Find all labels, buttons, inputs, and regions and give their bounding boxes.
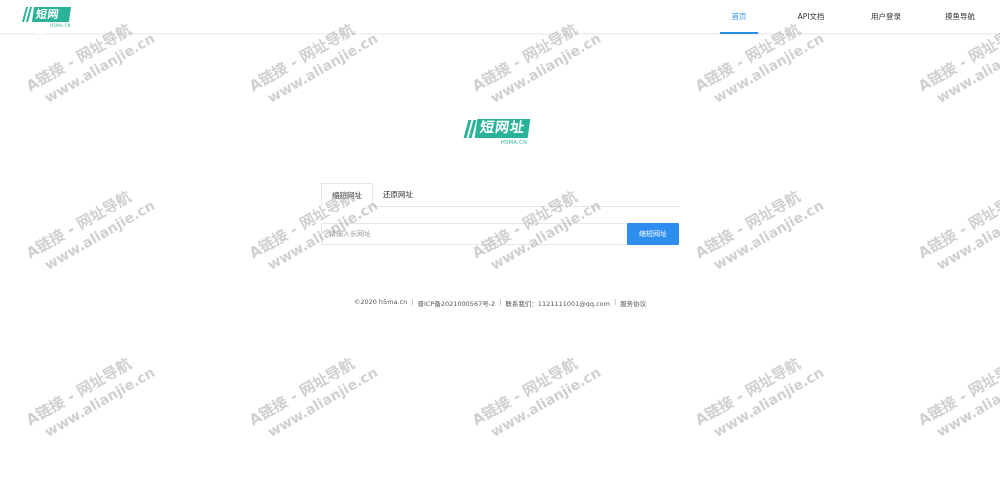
- footer-separator: |: [411, 298, 414, 306]
- logo-subtext: H5MA.CN: [50, 23, 71, 28]
- nav-user-login[interactable]: 用户登录: [866, 0, 906, 34]
- watermark-line2: www.alianjie.cn: [934, 197, 1000, 274]
- watermark-line2: www.alianjie.cn: [711, 30, 827, 107]
- footer-separator: |: [613, 298, 617, 306]
- watermark: A链接 - 网址导航 www.alianjie.cn: [691, 178, 827, 279]
- watermark-line2: www.alianjie.cn: [42, 30, 158, 107]
- footer-copyright: ©2020 h5ma.cn: [353, 298, 408, 306]
- watermark-line1: A链接 - 网址导航: [915, 187, 1000, 263]
- watermark-line1: A链接 - 网址导航: [692, 354, 804, 430]
- watermark-line2: www.alianjie.cn: [711, 197, 827, 274]
- watermark-line2: www.alianjie.cn: [265, 364, 381, 441]
- top-header: 短网址 H5MA.CN 首页 API文档 用户登录 摸鱼导航: [0, 0, 1000, 36]
- watermark: A链接 - 网址导航 www.alianjie.cn: [914, 178, 1000, 279]
- watermark: A链接 - 网址导航 www.alianjie.cn: [22, 178, 158, 279]
- header-logo[interactable]: 短网址 H5MA.CN: [21, 7, 72, 36]
- watermark-line1: A链接 - 网址导航: [469, 354, 581, 430]
- shorten-button[interactable]: 缩短网址: [627, 223, 679, 245]
- watermark: A链接 - 网址导航 www.alianjie.cn: [468, 345, 604, 446]
- watermark-line2: www.alianjie.cn: [488, 30, 604, 107]
- tab-shorten-url[interactable]: 缩短网址: [321, 183, 373, 207]
- footer: ©2020 h5ma.cn | 晋ICP备2021000567号-2 | 联系我…: [0, 298, 1000, 308]
- watermark-line2: www.alianjie.cn: [265, 30, 381, 107]
- footer-icp-link[interactable]: 晋ICP备2021000567号-2: [417, 298, 495, 308]
- watermark-line2: www.alianjie.cn: [42, 364, 158, 441]
- watermark-line1: A链接 - 网址导航: [692, 187, 804, 263]
- main-nav: 首页 API文档 用户登录 摸鱼导航: [720, 0, 980, 34]
- watermark-line2: www.alianjie.cn: [934, 30, 1000, 107]
- center-logo-slashes-icon: [463, 120, 476, 138]
- watermark: A链接 - 网址导航 www.alianjie.cn: [245, 345, 381, 446]
- tab-restore-url[interactable]: 还原网址: [373, 183, 423, 207]
- nav-home[interactable]: 首页: [720, 0, 758, 34]
- watermark-line1: A链接 - 网址导航: [23, 354, 135, 430]
- footer-terms-link[interactable]: 服务协议: [620, 298, 646, 308]
- mode-tabs: 缩短网址 还原网址: [321, 183, 679, 207]
- watermark-line1: A链接 - 网址导航: [23, 187, 135, 263]
- watermark: A链接 - 网址导航 www.alianjie.cn: [22, 345, 158, 446]
- center-logo-text: 短网址: [474, 119, 531, 138]
- watermark-line1: A链接 - 网址导航: [915, 354, 1000, 430]
- nav-fish-navigation[interactable]: 摸鱼导航: [940, 0, 980, 34]
- center-logo: 短网址 H5MA.CN: [463, 119, 536, 149]
- url-form: 缩短网址: [321, 223, 679, 245]
- nav-api-docs[interactable]: API文档: [792, 0, 830, 34]
- watermark-line2: www.alianjie.cn: [711, 364, 827, 441]
- footer-separator: |: [499, 298, 502, 306]
- watermark: A链接 - 网址导航 www.alianjie.cn: [691, 345, 827, 446]
- watermark-line1: A链接 - 网址导航: [246, 354, 358, 430]
- long-url-input[interactable]: [321, 223, 627, 245]
- watermark: A链接 - 网址导航 www.alianjie.cn: [914, 345, 1000, 446]
- logo-text: 短网址: [31, 7, 72, 36]
- center-logo-subtext: H5MA.CN: [501, 140, 528, 146]
- watermark-line2: www.alianjie.cn: [42, 197, 158, 274]
- logo-mark: 短网址 H5MA.CN: [21, 7, 72, 36]
- footer-contact[interactable]: 联系我们：1121111001@qq.com: [505, 298, 610, 308]
- watermark-line2: www.alianjie.cn: [934, 364, 1000, 441]
- logo-slashes-icon: [21, 7, 33, 23]
- watermark-line2: www.alianjie.cn: [488, 364, 604, 441]
